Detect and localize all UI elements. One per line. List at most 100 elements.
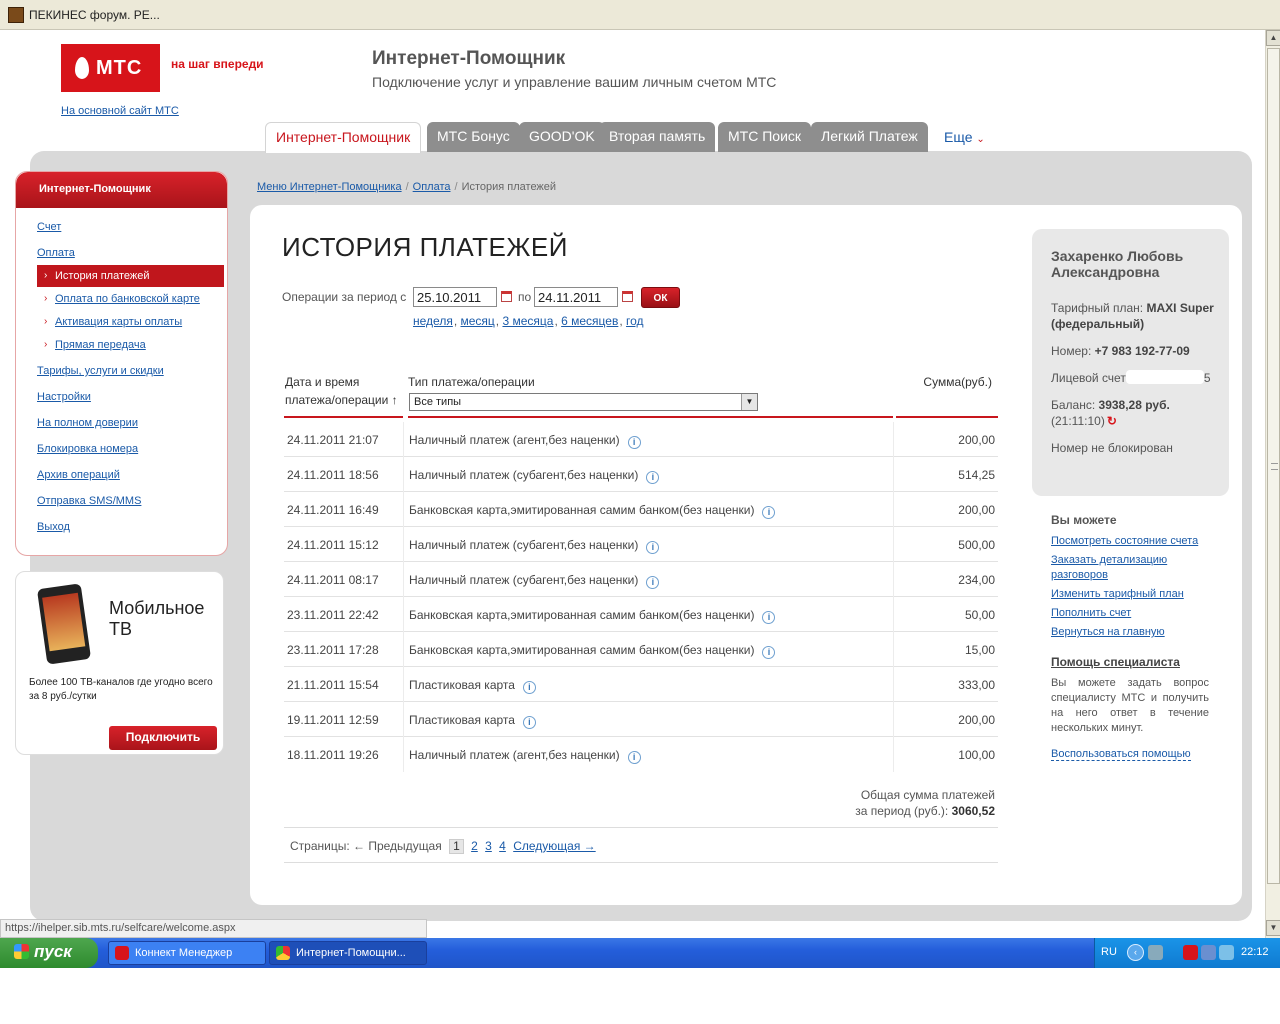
period-month[interactable]: месяц <box>461 314 495 328</box>
date-from-input[interactable] <box>413 287 497 307</box>
site-subtitle: Подключение услуг и управление вашим лич… <box>372 74 777 90</box>
sidebar-item-tariffs[interactable]: Тарифы, услуги и скидки <box>37 365 164 377</box>
info-icon[interactable]: i <box>522 681 536 694</box>
scrollbar-thumb[interactable] <box>1267 48 1280 884</box>
link-top-up[interactable]: Пополнить счет <box>1051 606 1221 621</box>
link-view-account[interactable]: Посмотреть состояние счета <box>1051 534 1221 549</box>
sidebar-item-label[interactable]: Оплата по банковской карте <box>55 293 200 305</box>
row-sum: 500,00 <box>958 538 995 552</box>
network-icon[interactable] <box>1148 945 1163 960</box>
scroll-down-icon[interactable]: ▼ <box>1266 920 1280 936</box>
refresh-icon[interactable]: ↻ <box>1107 414 1117 428</box>
row-sum: 100,00 <box>958 748 995 762</box>
help-title[interactable]: Помощь специалиста <box>1051 655 1180 669</box>
link-home[interactable]: Вернуться на главную <box>1051 625 1221 640</box>
row-date: 23.11.2011 17:28 <box>287 643 379 657</box>
breadcrumb-payment[interactable]: Оплата <box>413 181 451 193</box>
task-connect-manager[interactable]: Коннект Менеджер <box>108 941 266 965</box>
sidebar-item-settings[interactable]: Настройки <box>37 391 91 403</box>
row-date: 24.11.2011 21:07 <box>287 433 379 447</box>
breadcrumb-menu[interactable]: Меню Интернет-Помощника <box>257 181 402 193</box>
link-change-tariff[interactable]: Изменить тарифный план <box>1051 587 1221 602</box>
info-icon[interactable]: i <box>646 576 660 589</box>
column-header-date[interactable]: Дата и время платежа/операции ↑ <box>285 373 398 409</box>
tray-app-icon[interactable] <box>1219 945 1234 960</box>
period-6-months[interactable]: 6 месяцев <box>561 314 618 328</box>
vertical-scrollbar[interactable]: ▲ ▼ <box>1265 30 1280 938</box>
pager-next[interactable]: Следующая → <box>513 839 595 853</box>
network-disconnected-icon[interactable] <box>1201 945 1216 960</box>
mts-logo[interactable]: МТС <box>61 44 160 92</box>
sidebar-item-bank-card[interactable]: › Оплата по банковской карте <box>37 288 224 310</box>
type-filter-select[interactable]: Все типы ▼ <box>409 393 758 411</box>
date-to-input[interactable] <box>534 287 618 307</box>
page-title: ИСТОРИЯ ПЛАТЕЖЕЙ <box>282 232 568 262</box>
promo-title-line1: Мобильное <box>109 598 205 618</box>
task-label: Интернет-Помощни... <box>296 947 406 959</box>
tab-mts-bonus[interactable]: МТС Бонус <box>427 122 520 152</box>
info-icon[interactable]: i <box>646 541 660 554</box>
sidebar-item-card-activation[interactable]: › Активация карты оплаты <box>37 311 224 333</box>
balance-line: Баланс: 3938,28 руб. (21:11:10) ↻ <box>1051 397 1226 429</box>
sidebar-item-archive[interactable]: Архив операций <box>37 469 120 481</box>
info-icon[interactable]: i <box>762 506 776 519</box>
info-icon[interactable]: i <box>762 611 776 624</box>
info-icon[interactable]: i <box>627 751 641 764</box>
logo-text: МТС <box>96 57 143 79</box>
sidebar-item-label[interactable]: Прямая передача <box>55 339 146 351</box>
antivirus-icon[interactable] <box>1183 945 1198 960</box>
row-type: Наличный платеж (субагент,без наценки) <box>409 468 639 482</box>
period-3-months[interactable]: 3 месяца <box>502 314 553 328</box>
sidebar-item-label[interactable]: Активация карты оплаты <box>55 316 182 328</box>
start-label: пуск <box>34 942 72 961</box>
calendar-icon[interactable] <box>501 291 512 302</box>
tab-second-memory[interactable]: Вторая память <box>599 122 716 152</box>
language-indicator[interactable]: RU <box>1101 946 1117 958</box>
chevron-down-icon[interactable]: ▼ <box>741 394 757 410</box>
row-type: Наличный платеж (субагент,без наценки) <box>409 573 639 587</box>
account-suffix: 5 <box>1203 371 1211 385</box>
period-year[interactable]: год <box>626 314 644 328</box>
row-type: Пластиковая карта <box>409 678 515 692</box>
period-week[interactable]: неделя <box>413 314 453 328</box>
info-icon[interactable]: i <box>522 716 536 729</box>
connect-button[interactable]: Подключить <box>109 726 217 750</box>
sidebar-item-send-sms[interactable]: Отправка SMS/MMS <box>37 495 141 507</box>
scroll-up-icon[interactable]: ▲ <box>1266 30 1280 46</box>
tab-goodok[interactable]: GOOD'OK <box>519 122 605 152</box>
row-date: 24.11.2011 15:12 <box>287 538 379 552</box>
start-button[interactable]: пуск <box>0 938 98 968</box>
info-icon[interactable]: i <box>646 471 660 484</box>
browser-tab-title[interactable]: ПЕКИНЕС форум. РЕ... <box>29 8 160 22</box>
use-help-link[interactable]: Воспользоваться помощью <box>1051 748 1191 761</box>
row-type: Наличный платеж (агент,без наценки) <box>409 433 620 447</box>
row-sum: 15,00 <box>964 643 995 657</box>
tab-internet-helper[interactable]: Интернет-Помощник <box>265 122 422 153</box>
pager-page-3[interactable]: 3 <box>485 839 492 853</box>
tab-easy-payment[interactable]: Легкий Платеж <box>811 122 928 152</box>
info-icon[interactable]: i <box>627 436 641 449</box>
info-icon[interactable]: i <box>762 646 776 659</box>
tab-mts-search[interactable]: МТС Поиск <box>718 122 812 152</box>
sidebar-item-account[interactable]: Счет <box>37 221 61 233</box>
chevron-left-icon[interactable]: ‹ <box>1127 944 1144 961</box>
pager-page-2[interactable]: 2 <box>471 839 478 853</box>
task-internet-helper[interactable]: Интернет-Помощни... <box>269 941 427 965</box>
table-row: 24.11.2011 21:07 Наличный платеж (агент,б… <box>284 422 998 457</box>
pager-page-4[interactable]: 4 <box>499 839 506 853</box>
redacted-account <box>1125 370 1204 384</box>
sidebar-item-direct-transfer[interactable]: › Прямая передача <box>37 334 224 356</box>
sidebar: Интернет-Помощник Счет Оплата › История … <box>15 171 228 556</box>
main-site-link[interactable]: На основной сайт МТС <box>61 105 179 117</box>
sidebar-item-logout[interactable]: Выход <box>37 521 70 533</box>
link-order-details[interactable]: Заказать детализацию разговоров <box>1051 553 1221 583</box>
browser-tab-bar: ПЕКИНЕС форум. РЕ... <box>0 0 1280 30</box>
sidebar-item-payment-history[interactable]: › История платежей <box>37 265 224 287</box>
sidebar-item-payment[interactable]: Оплата <box>37 247 75 259</box>
sidebar-item-block-number[interactable]: Блокировка номера <box>37 443 138 455</box>
tab-more[interactable]: Еще ⌄ <box>944 129 985 145</box>
ok-button[interactable]: ОК <box>641 287 680 308</box>
phone-image <box>36 583 92 665</box>
sidebar-item-full-trust[interactable]: На полном доверии <box>37 417 138 429</box>
calendar-icon[interactable] <box>622 291 633 302</box>
